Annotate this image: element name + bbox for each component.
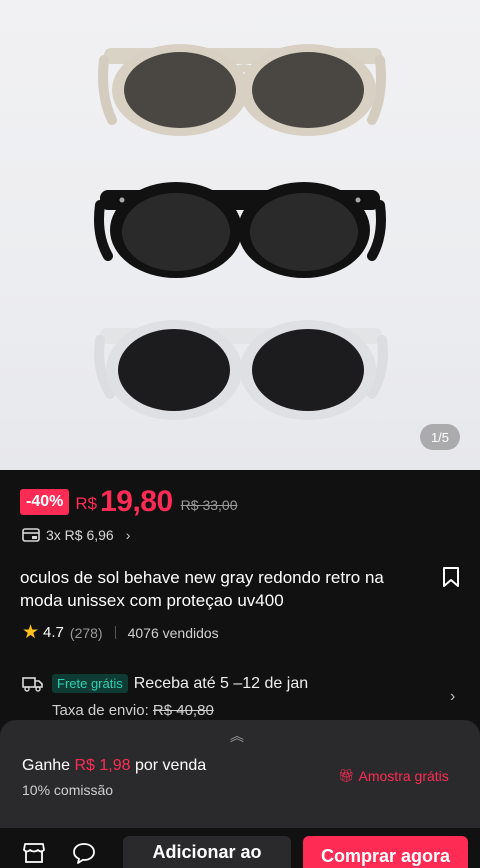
sunglasses-beige [98, 44, 386, 136]
product-image[interactable]: 1/5 [0, 0, 480, 470]
free-sample-button[interactable]: 🎁︎ Amostra grátis [338, 768, 449, 784]
original-price: R$ 33,00 [180, 497, 238, 513]
divider [114, 626, 116, 639]
earn-amount: R$ 1,98 [74, 757, 131, 774]
free-sample-label: Amostra grátis [358, 768, 449, 784]
truck-icon [22, 676, 43, 692]
add-to-cart-button[interactable]: Adicionar ao [123, 836, 291, 868]
product-title: oculos de sol behave new gray redondo re… [20, 568, 384, 610]
image-pager: 1/5 [420, 424, 460, 450]
affiliate-panel: ︽ Ganhe R$ 1,98 por venda 10% comissão 🎁… [0, 720, 480, 828]
discount-badge: -40% [20, 489, 70, 515]
delivery-estimate: Receba até 5 –12 de jan [133, 674, 309, 692]
chevron-right-icon[interactable]: › [450, 688, 455, 706]
chevron-up-icon[interactable]: ︽ [230, 726, 244, 746]
rating-count: (278) [69, 624, 103, 641]
earn-text: Ganhe R$ 1,98 por venda [22, 757, 207, 774]
star-icon: ★ [22, 622, 40, 643]
sold-count: 4076 vendidos [127, 624, 219, 641]
bookmark-icon[interactable] [442, 566, 460, 588]
installments-row[interactable]: 3x R$ 6,96 › [22, 527, 130, 543]
sunglasses-clear [94, 320, 388, 420]
shipping-fee-old: R$ 40,80 [152, 702, 214, 719]
bottom-action-bar: Adicionar ao Comprar agora [0, 828, 480, 868]
price-currency: R$ [75, 494, 98, 513]
chevron-right-icon: › [125, 527, 131, 543]
card-icon [22, 528, 40, 542]
rating-score: 4.7 [43, 624, 64, 641]
shipping-fee: Taxa de envio: R$ 40,80 [52, 702, 214, 719]
commission-text: 10% comissão [22, 782, 114, 798]
shop-icon[interactable] [22, 842, 46, 864]
chat-icon[interactable] [72, 842, 96, 864]
shipping-fee-label: Taxa de envio: [52, 702, 153, 719]
gift-icon: 🎁︎ [338, 768, 355, 783]
sunglasses-black [94, 182, 386, 278]
buy-now-button[interactable]: Comprar agora [303, 836, 468, 868]
shipping-row[interactable]: Frete grátis Receba até 5 –12 de jan [22, 674, 308, 693]
sunglasses-illustration [94, 44, 388, 420]
installments-text: 3x R$ 6,96 [46, 527, 114, 543]
free-shipping-badge: Frete grátis [52, 674, 128, 693]
price-row: -40% R$ 19,80 R$ 33,00 [20, 485, 238, 518]
price-value: 19,80 [100, 485, 173, 518]
rating-row[interactable]: ★ 4.7 (278) 4076 vendidos [22, 621, 219, 644]
